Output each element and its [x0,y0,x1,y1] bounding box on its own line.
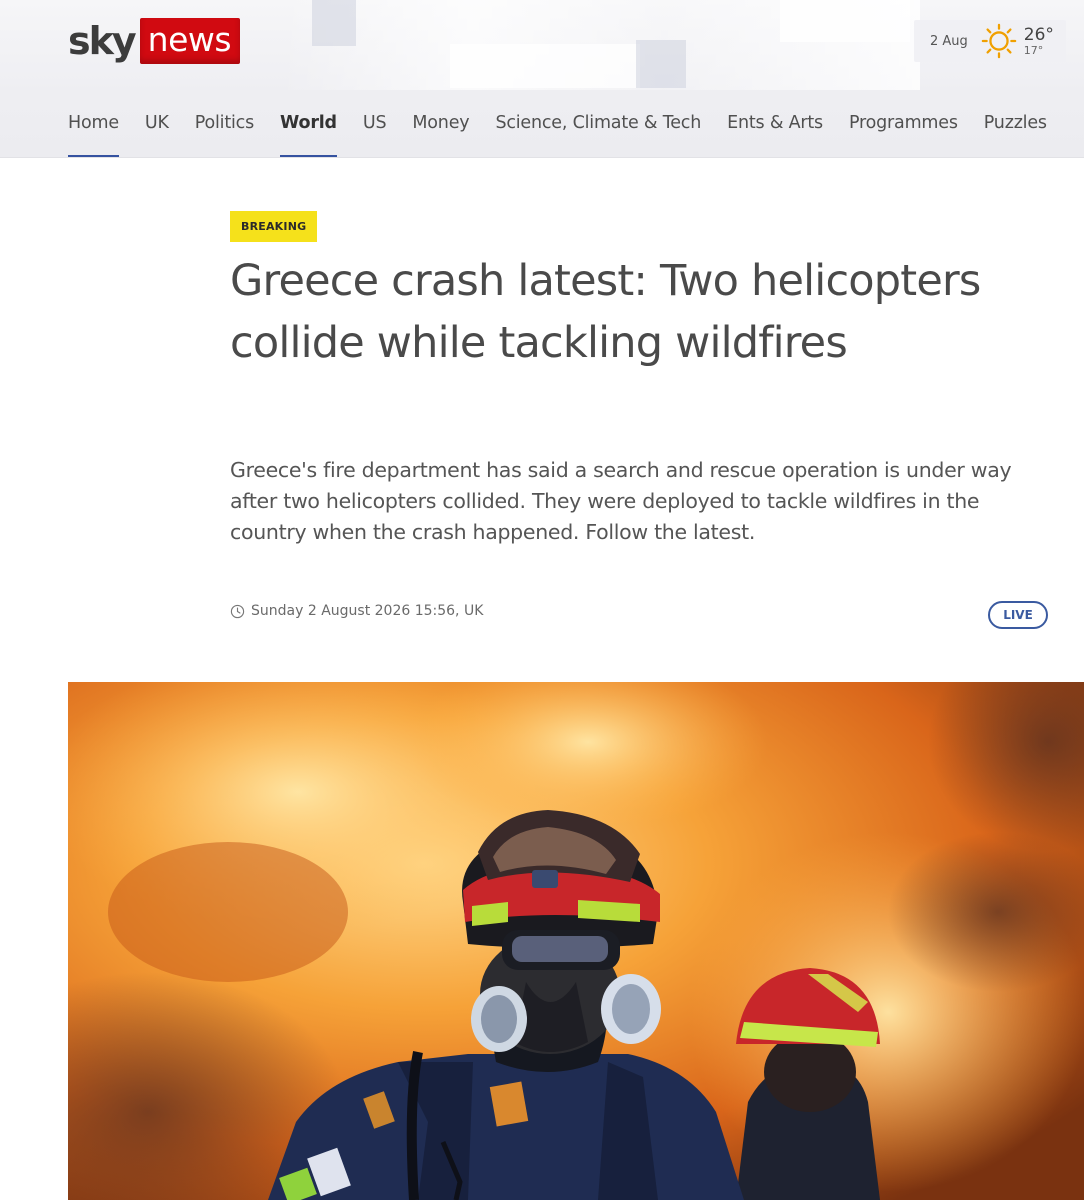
header-decoration-block [312,0,356,46]
weather-low: 17° [1023,43,1044,57]
header-decoration-block [450,44,640,88]
sun-icon [981,23,1017,59]
header-decoration-block [780,0,910,42]
article-headline: Greece crash latest: Two helicopters col… [230,256,981,368]
header-decoration-block [636,40,686,88]
nav-item-politics[interactable]: Politics [195,100,254,157]
article-timestamp: Sunday 2 August 2026 15:56, UK [251,603,484,619]
weather-temperatures: 26° 17° [1023,24,1054,57]
nav-item-home[interactable]: Home [68,100,119,157]
article-standfirst: Greece's fire department has said a sear… [230,458,1012,544]
nav-item-uk[interactable]: UK [145,100,169,157]
nav-item-us[interactable]: US [363,100,387,157]
weather-widget[interactable]: 2 Aug 26° 17° [914,20,1066,62]
main-nav: Home UK Politics World US Money Science,… [68,100,1073,157]
logo-news-text: news [139,18,241,64]
nav-item-science-climate-tech[interactable]: Science, Climate & Tech [495,100,701,157]
clock-icon [230,604,245,618]
article-meta: Sunday 2 August 2026 15:56, UK [230,603,483,619]
firefighters-photo [68,682,1084,1200]
nav-item-puzzles[interactable]: Puzzles [984,100,1047,157]
nav-item-ents-arts[interactable]: Ents & Arts [727,100,823,157]
site-header: sky news 2 Aug 26° 17° Home UK Politics [0,0,1084,158]
weather-high: 26° [1023,24,1054,45]
nav-item-programmes[interactable]: Programmes [849,100,958,157]
logo-sky-text: sky [68,19,137,63]
sky-news-logo[interactable]: sky news [68,18,241,64]
live-badge[interactable]: LIVE [988,601,1048,629]
weather-date: 2 Aug [930,33,968,49]
nav-item-world[interactable]: World [280,100,337,157]
breaking-badge: BREAKING [230,211,318,242]
nav-item-money[interactable]: Money [412,100,469,157]
hero-image [68,682,1084,1200]
